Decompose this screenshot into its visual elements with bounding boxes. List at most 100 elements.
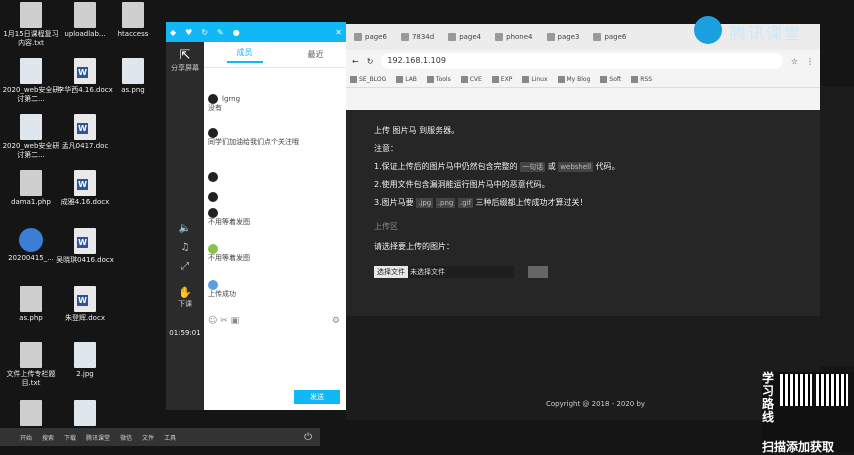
taskbar-item[interactable]: 开始 (20, 433, 32, 442)
copyright: Copyright @ 2018 - 2020 by (546, 400, 646, 408)
favicon-icon (546, 33, 555, 41)
mic-icon[interactable]: ● (233, 28, 240, 37)
folder-icon (426, 76, 434, 83)
desktop-icon[interactable]: 2020_web安全研讨第二... (2, 58, 60, 104)
folder-icon (396, 76, 404, 83)
desktop-icon-label: 2.jpg (76, 370, 94, 378)
taskbar-item[interactable]: 文件 (142, 433, 154, 442)
bookmarks-bar: SE_BLOG LAB Tools CVE EXP Linux My Blog Soft RSS (346, 72, 820, 88)
refresh-icon[interactable]: ↻ (201, 28, 208, 37)
send-button[interactable]: 发送 (294, 390, 340, 404)
taskbar-item[interactable]: 搜索 (42, 433, 54, 442)
choose-file-button[interactable]: 选择文件 (374, 266, 408, 278)
bookmark-item[interactable]: Soft (600, 76, 621, 83)
browser-tab[interactable]: page3 (543, 28, 584, 46)
desktop-icon[interactable]: as.png (104, 58, 162, 95)
bookmark-item[interactable]: My Blog (557, 76, 590, 83)
file-icon (20, 400, 42, 426)
bookmark-item[interactable]: Tools (426, 76, 451, 83)
desktop-icon-label: 孟凡0417.doc (61, 142, 109, 150)
favicon-icon (354, 33, 362, 41)
taskbar-item[interactable]: 腾讯课堂 (86, 433, 110, 442)
record-time: 01:59:01 (169, 329, 201, 337)
menu-icon[interactable]: ⋮ (806, 57, 814, 66)
tab-recent[interactable]: 最近 (308, 49, 324, 60)
desktop-icon[interactable]: 20200415_... (2, 228, 60, 263)
favicon-icon (593, 33, 602, 41)
power-icon[interactable]: ⏻ (304, 432, 312, 443)
tab-label: page6 (365, 33, 387, 41)
like-icon[interactable]: ♥ (185, 28, 192, 37)
browser-tab[interactable]: page6 (350, 28, 391, 46)
desktop-icon[interactable]: as.php (2, 286, 60, 323)
desktop-icon[interactable]: 文件上传专栏题目.txt (2, 342, 60, 388)
upload-button[interactable] (528, 266, 548, 278)
qr-promo: 学习路线 扫描添加获取 (762, 372, 854, 454)
image-file-icon (20, 114, 42, 140)
qr-bottom-text: 扫描添加获取 (762, 440, 835, 454)
desktop-icon-label: dama1.php (11, 198, 51, 206)
desktop-icon[interactable]: htaccess (104, 2, 162, 39)
bookmark-item[interactable]: LAB (396, 76, 417, 83)
taskbar-item[interactable]: 微信 (120, 433, 132, 442)
star-icon[interactable]: ☆ (791, 57, 798, 66)
bookmark-item[interactable]: CVE (460, 76, 482, 83)
music-icon[interactable]: ♫ (166, 242, 204, 253)
desktop-icon[interactable]: 朱登辉.docx (56, 286, 114, 323)
desktop-icon[interactable]: 成雅4.16.docx (56, 170, 114, 207)
bookmark-item[interactable]: SE_BLOG (350, 76, 386, 83)
desktop-icon[interactable]: 孟凡0417.doc (56, 114, 114, 151)
stop-label[interactable]: 下课 (166, 299, 204, 309)
taskbar-item[interactable]: 下载 (64, 433, 76, 442)
close-icon[interactable]: ✕ (335, 28, 342, 37)
expand-icon[interactable]: ⤢ (166, 261, 204, 272)
file-icon (74, 2, 96, 28)
folder-icon (350, 76, 357, 83)
tab-members[interactable]: 成员 (226, 47, 263, 63)
side-strip (820, 86, 854, 366)
qr-code (780, 374, 812, 406)
back-icon[interactable]: ← (352, 57, 359, 66)
share-screen-icon[interactable]: ⇱ (166, 48, 204, 63)
word-doc-icon (74, 286, 96, 312)
settings-icon[interactable]: ⚙ (332, 316, 340, 326)
bookmark-item[interactable]: Linux (522, 76, 548, 83)
file-icon (122, 2, 144, 28)
word-doc-icon (74, 114, 96, 140)
desktop-icon[interactable]: dama1.php (2, 170, 60, 207)
desktop-icon-label: 成雅4.16.docx (60, 198, 110, 206)
image-file-icon (74, 400, 96, 426)
word-doc-icon (74, 170, 96, 196)
bookmark-item[interactable]: RSS (631, 76, 652, 83)
gift-icon[interactable]: ◆ (170, 28, 176, 37)
avatar (208, 94, 218, 104)
browser-tab[interactable]: page4 (444, 28, 485, 46)
favicon-icon (448, 33, 457, 41)
browser-tab[interactable]: page6 (589, 28, 630, 46)
url-field[interactable]: 192.168.1.109 (381, 53, 783, 69)
browser-tab[interactable]: 7834d (397, 28, 438, 46)
volume-icon[interactable]: 🔈 (166, 223, 204, 234)
hand-icon[interactable]: ✋ (166, 286, 204, 299)
desktop-icon-label: as.png (121, 86, 145, 94)
note-item-2: 2.使用文件包含漏洞能运行图片马中的恶意代码。 (374, 180, 550, 189)
taskbar-item[interactable]: 工具 (164, 433, 176, 442)
desktop-icon-label: 20200415_... (8, 254, 54, 262)
pen-icon[interactable]: ✎ (217, 28, 224, 37)
folder-icon (522, 76, 530, 83)
share-screen-label[interactable]: 分享屏幕 (166, 63, 204, 73)
desktop-icon[interactable]: 1月15日课程复习内容.txt (2, 2, 60, 48)
desktop-icon-label: 2020_web安全研讨第二... (2, 142, 60, 159)
reload-icon[interactable]: ↻ (367, 57, 374, 66)
upload-prompt: 请选择要上传的图片： (374, 242, 454, 251)
folder-icon (557, 76, 565, 83)
emoji-icon[interactable]: ☺ ✂ ▣ (208, 316, 239, 326)
avatar (208, 128, 218, 138)
bookmark-item[interactable]: EXP (491, 76, 512, 83)
desktop-icon[interactable]: 吴晓琪0416.docx (56, 228, 114, 265)
desktop-icon[interactable]: 2.jpg (56, 342, 114, 379)
browser-tab[interactable]: phone4 (491, 28, 536, 46)
desktop-icon[interactable]: 2020_web安全研讨第二... (2, 114, 60, 160)
file-input[interactable]: 选择文件 未选择文件 (374, 266, 514, 278)
image-file-icon (122, 58, 144, 84)
